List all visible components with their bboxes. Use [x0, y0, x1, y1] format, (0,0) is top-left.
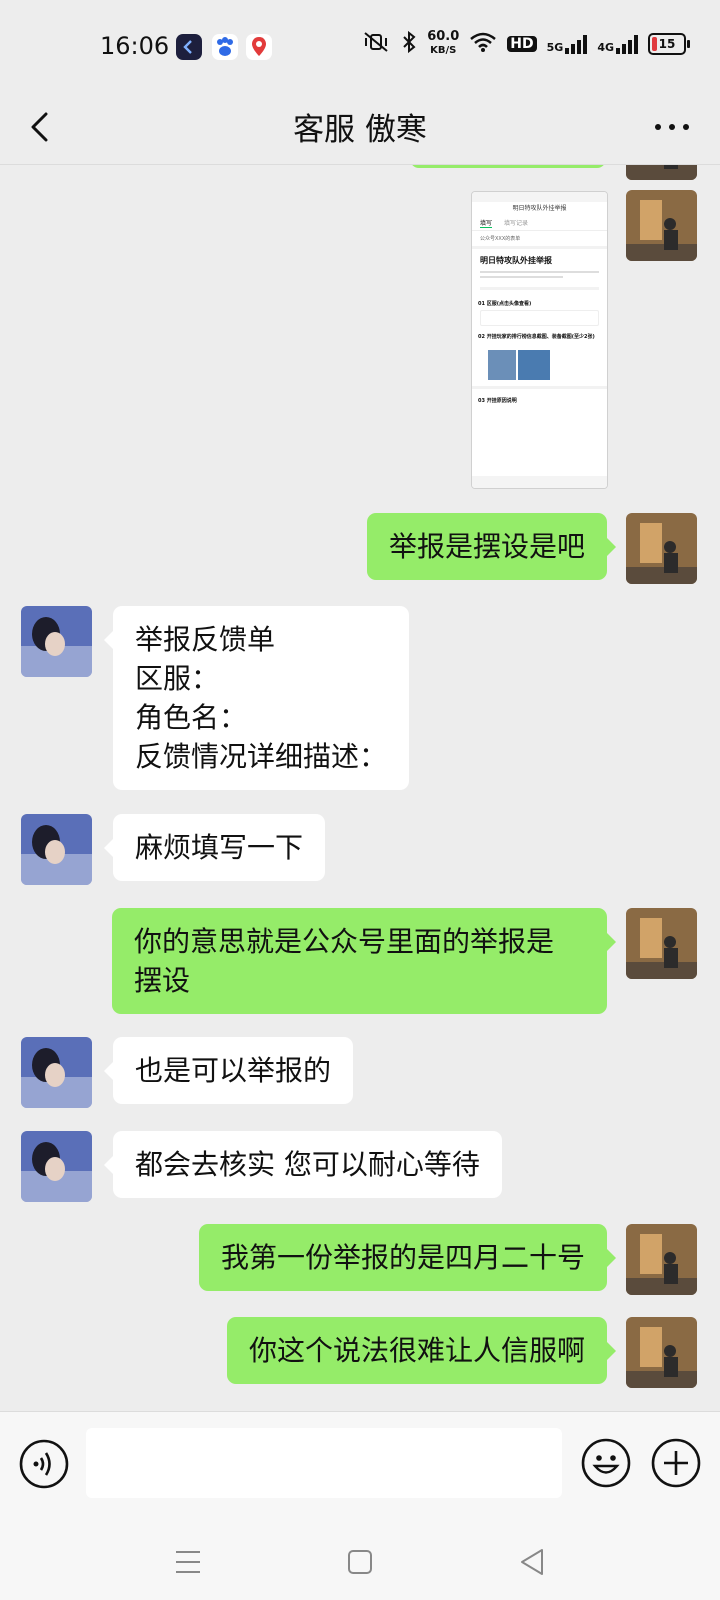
wifi-icon	[469, 31, 497, 57]
baidu-paw-icon	[212, 34, 238, 60]
agent-avatar[interactable]	[21, 1131, 92, 1202]
signal-4g: 4G	[597, 34, 638, 54]
agent-avatar[interactable]	[21, 1037, 92, 1108]
shot-statusbar	[472, 192, 607, 202]
voice-icon[interactable]	[18, 1438, 70, 1490]
plus-icon[interactable]	[650, 1437, 702, 1489]
signal-bars-icon	[565, 35, 588, 54]
message-text: 区服：	[135, 662, 220, 695]
shot-q2-images	[472, 344, 607, 386]
signal-bars-icon	[616, 35, 638, 54]
shot-q3-input	[480, 407, 599, 417]
chat-header: 客服 傲寒	[0, 96, 720, 165]
shot-tab-records: 填写记录	[504, 220, 529, 227]
app-icon-dark	[176, 34, 202, 60]
input-bar	[0, 1411, 720, 1522]
message-bubble[interactable]: 我第一份举报的是四月二十号	[198, 1224, 617, 1291]
chat-title: 客服 傲寒	[293, 112, 427, 148]
shot-bottom-nav	[472, 476, 607, 488]
screenshot-image-message[interactable]: 明日特攻队外挂举报 填写 填写记录 公众号XXX的表单 明日特攻队外挂举报 01…	[471, 191, 608, 489]
my-avatar[interactable]	[626, 190, 697, 261]
my-avatar[interactable]	[626, 1317, 697, 1388]
net-speed-unit: KB/S	[430, 45, 457, 56]
system-nav-bar	[0, 1522, 720, 1600]
message-text: 你这个说法很难让人信服啊	[248, 1334, 585, 1367]
status-time: 16:06	[100, 32, 170, 60]
status-right-group: 60.0 KB/S HD 5G 4G 15	[361, 30, 690, 58]
agent-avatar[interactable]	[21, 814, 92, 885]
shot-q1-input	[480, 310, 599, 326]
message-text: 麻烦填写一下	[135, 831, 304, 864]
battery-icon: 15	[648, 33, 690, 55]
message-text: 你的意思就是公众号里面的举报是	[134, 925, 555, 958]
shot-form-desc	[480, 271, 599, 290]
net-speed: 60.0 KB/S	[427, 30, 459, 58]
message-text: 反馈情况详细描述：	[135, 740, 388, 773]
message-bubble[interactable]: 麻烦填写一下	[103, 814, 326, 881]
message-text: 举报反馈单	[135, 623, 276, 656]
message-bubble[interactable]: 举报反馈单 区服： 角色名： 反馈情况详细描述：	[103, 606, 410, 790]
status-bar: 16:06 60.0 KB/S HD 5G 4G 15	[0, 0, 720, 96]
shot-q2: 02 开挂玩家的排行榜信息截图、装备截图(至少2张)	[478, 334, 595, 340]
map-pin-icon	[246, 34, 272, 60]
hd-badge: HD	[507, 36, 537, 52]
my-avatar[interactable]	[626, 908, 697, 979]
bluetooth-icon	[401, 30, 417, 58]
chat-area[interactable]: 明日特攻队外挂举报 填写 填写记录 公众号XXX的表单 明日特攻队外挂举报 01…	[0, 165, 720, 1410]
message-bubble[interactable]: 都会去核实 您可以耐心等待	[104, 1131, 502, 1198]
shot-q3: 03 开挂原因说明	[472, 386, 607, 407]
home-square-icon[interactable]	[340, 1542, 380, 1582]
shot-tab-fill: 填写	[480, 220, 493, 228]
partial-green-bubble	[410, 165, 606, 168]
message-text: 举报是摆设是吧	[388, 530, 585, 563]
agent-avatar[interactable]	[21, 606, 92, 677]
shot-q1: 01 区服(点击头像查看)	[478, 301, 532, 307]
message-bubble[interactable]: 也是可以举报的	[103, 1037, 354, 1104]
message-text: 角色名：	[135, 701, 248, 734]
battery-level: 15	[658, 37, 676, 51]
shot-tabs: 填写 填写记录	[472, 216, 607, 231]
shot-form-title: 明日特攻队外挂举报	[480, 256, 552, 265]
emoji-icon[interactable]	[580, 1437, 632, 1489]
signal-5g: 5G	[547, 34, 588, 54]
menu-icon[interactable]	[168, 1542, 208, 1582]
message-text: 都会去核实 您可以耐心等待	[135, 1148, 480, 1181]
signal-4g-label: 4G	[597, 41, 614, 54]
message-input[interactable]	[86, 1428, 562, 1498]
more-dots-icon[interactable]	[642, 102, 702, 152]
message-bubble[interactable]: 举报是摆设是吧	[366, 513, 617, 580]
net-speed-value: 60.0	[427, 29, 460, 44]
mute-vibrate-icon	[361, 30, 391, 58]
my-avatar[interactable]	[626, 165, 697, 180]
my-avatar[interactable]	[626, 513, 697, 584]
message-text: 也是可以举报的	[135, 1054, 332, 1087]
signal-5g-label: 5G	[546, 41, 564, 54]
message-bubble[interactable]: 你的意思就是公众号里面的举报是 摆设	[112, 908, 616, 1014]
shot-header: 明日特攻队外挂举报	[512, 205, 567, 212]
message-bubble[interactable]: 你这个说法很难让人信服啊	[226, 1317, 617, 1384]
message-text: 我第一份举报的是四月二十号	[220, 1241, 585, 1274]
my-avatar[interactable]	[626, 1224, 697, 1295]
back-triangle-icon[interactable]	[512, 1542, 552, 1582]
shot-source-line: 公众号XXX的表单	[472, 231, 607, 249]
message-text: 摆设	[134, 964, 191, 997]
battery-fill	[652, 37, 657, 51]
